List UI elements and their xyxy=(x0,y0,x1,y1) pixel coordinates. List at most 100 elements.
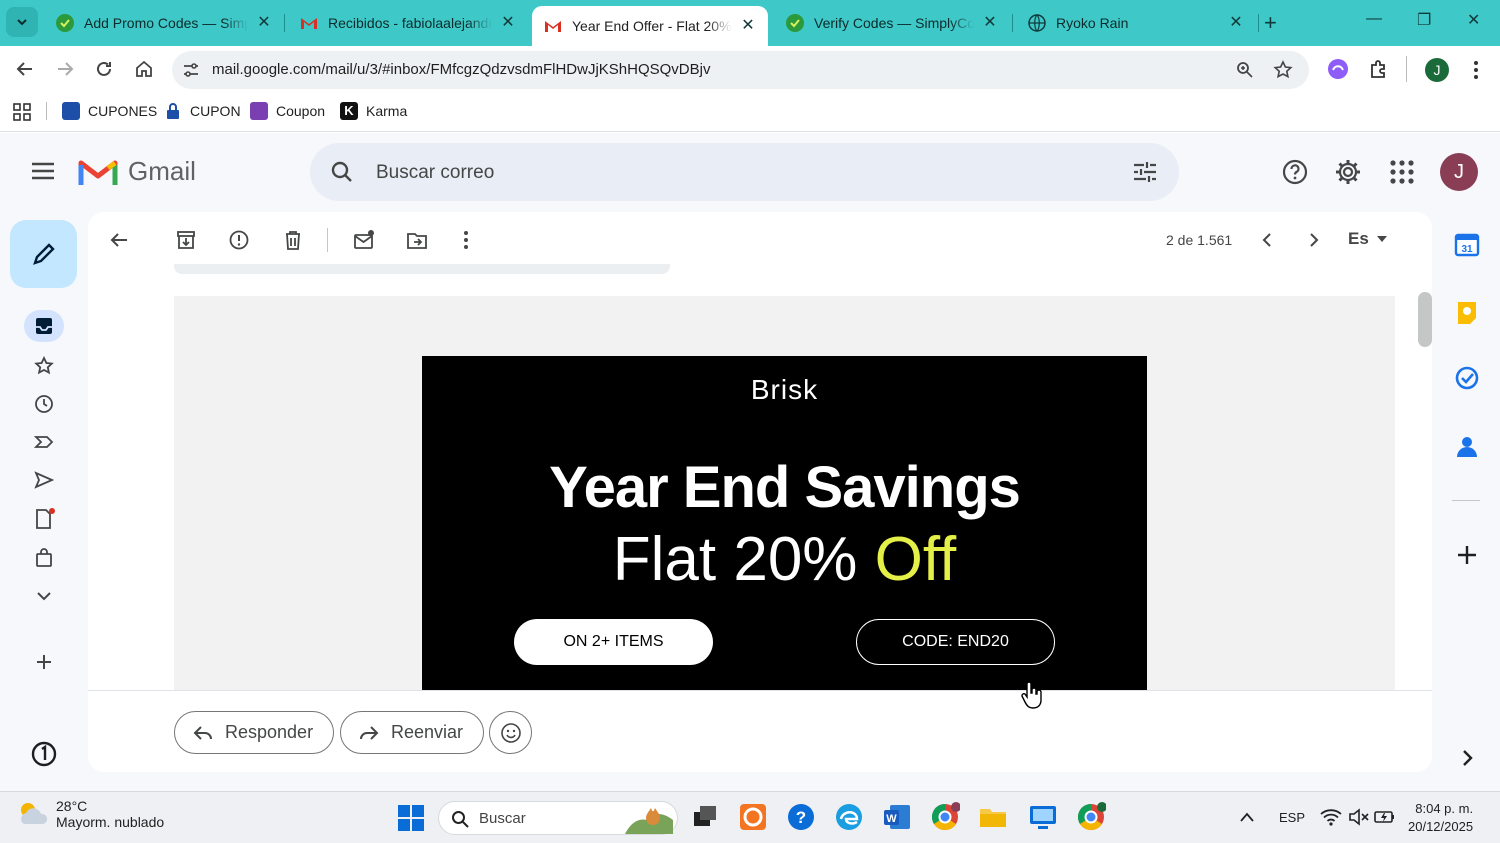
profile-avatar[interactable]: J xyxy=(1425,58,1449,82)
close-tab-icon[interactable]: ✕ xyxy=(740,18,756,34)
message-scrollbar[interactable] xyxy=(1418,292,1432,347)
help-app-icon[interactable]: ? xyxy=(786,802,816,832)
volume-muted-icon[interactable] xyxy=(1348,808,1370,826)
compose-button[interactable] xyxy=(10,220,77,288)
search-icon[interactable] xyxy=(330,160,354,184)
system-clock[interactable]: 8:04 p. m. 20/12/2025 xyxy=(1408,800,1473,836)
battery-charging-icon[interactable] xyxy=(1374,808,1396,826)
shortcut-badge-icon[interactable] xyxy=(30,740,58,768)
home-button[interactable] xyxy=(133,58,155,80)
expand-side-panel-icon[interactable] xyxy=(1454,745,1480,771)
url-text: mail.google.com/mail/u/3/#inbox/FMfcgzQd… xyxy=(212,61,711,78)
kebab-menu-icon[interactable] xyxy=(1468,59,1484,81)
delete-trash-icon[interactable] xyxy=(282,229,304,251)
nav-important[interactable] xyxy=(30,428,58,456)
restore-button[interactable]: ❐ xyxy=(1417,10,1431,30)
close-window-button[interactable]: ✕ xyxy=(1467,10,1480,30)
brand-logo: Brisk xyxy=(750,374,819,405)
weather-widget[interactable]: 28°C Mayorm. nublado xyxy=(16,798,164,830)
nav-inbox[interactable] xyxy=(24,310,64,342)
more-options-icon[interactable] xyxy=(455,229,477,251)
draft-file-icon xyxy=(36,508,55,529)
nav-drafts[interactable] xyxy=(30,505,58,533)
promo-code-pill[interactable]: CODE: END20 xyxy=(856,619,1055,665)
keep-notes-icon[interactable] xyxy=(1454,300,1480,326)
crunchyroll-app-icon[interactable] xyxy=(738,802,768,832)
remote-desktop-icon[interactable] xyxy=(1028,802,1058,832)
emoji-reaction-button[interactable] xyxy=(489,711,532,754)
chrome-profile-1-icon[interactable] xyxy=(930,802,960,832)
extensions-puzzle-icon[interactable] xyxy=(1368,58,1390,80)
close-tab-icon[interactable]: ✕ xyxy=(256,15,272,31)
tab-recibidos[interactable]: Recibidos - fabiolaalejandria ✕ xyxy=(288,6,528,40)
tasks-icon[interactable] xyxy=(1454,365,1480,391)
nav-purchases[interactable] xyxy=(30,544,58,572)
main-menu-icon[interactable] xyxy=(30,160,56,182)
tab-verify-codes[interactable]: Verify Codes — SimplyCode ✕ xyxy=(774,6,1010,40)
show-hidden-icons-icon[interactable] xyxy=(1240,812,1254,822)
toolbar-divider xyxy=(1406,56,1407,82)
task-view-icon[interactable] xyxy=(690,802,720,832)
nav-snoozed[interactable] xyxy=(30,390,58,418)
nav-more[interactable] xyxy=(30,582,58,610)
reply-button[interactable]: Responder xyxy=(174,711,335,754)
extension-swirl-icon[interactable] xyxy=(1327,58,1349,80)
bookmark-coupon[interactable]: Coupon xyxy=(250,101,325,121)
bookmark-cupones[interactable]: CUPONES xyxy=(62,101,157,121)
site-info-icon[interactable] xyxy=(182,61,200,79)
word-app-icon[interactable]: W xyxy=(882,802,912,832)
nav-starred[interactable] xyxy=(30,352,58,380)
edge-browser-icon[interactable] xyxy=(834,802,864,832)
reply-label: Responder xyxy=(225,722,314,742)
tab-ryoko-rain[interactable]: Ryoko Rain ✕ xyxy=(1016,6,1256,40)
mail-search-bar[interactable]: Buscar correo xyxy=(310,143,1179,201)
input-language-indicator[interactable]: ESP xyxy=(1279,810,1305,825)
bookmark-cupon[interactable]: CUPON xyxy=(164,101,241,121)
nav-sent[interactable] xyxy=(30,466,58,494)
chrome-profile-2-icon[interactable] xyxy=(1076,802,1106,832)
taskbar-search-box[interactable]: Buscar xyxy=(438,801,678,835)
help-icon[interactable] xyxy=(1281,158,1309,186)
wifi-icon[interactable] xyxy=(1320,808,1342,826)
back-button[interactable] xyxy=(14,58,36,80)
newer-message-icon[interactable] xyxy=(1256,229,1278,251)
calendar-icon[interactable]: 31 xyxy=(1454,231,1480,257)
settings-gear-icon[interactable] xyxy=(1334,158,1362,186)
gmail-logo[interactable]: Gmail xyxy=(78,156,196,187)
google-apps-icon[interactable] xyxy=(1388,158,1416,186)
back-to-inbox-icon[interactable] xyxy=(108,229,130,251)
report-spam-icon[interactable] xyxy=(228,229,250,251)
close-tab-icon[interactable]: ✕ xyxy=(982,15,998,31)
tab-add-promo-codes[interactable]: Add Promo Codes — Simply ✕ xyxy=(44,6,284,40)
nav-new-label[interactable] xyxy=(30,648,58,676)
mark-unread-icon[interactable] xyxy=(353,229,375,251)
taskbar-search-placeholder: Buscar xyxy=(479,810,526,827)
apps-grid-icon[interactable] xyxy=(12,102,32,122)
promo-banner[interactable]: Brisk Year End Savings Flat 20% Off ON 2… xyxy=(422,356,1147,691)
address-bar[interactable]: mail.google.com/mail/u/3/#inbox/FMfcgzQd… xyxy=(172,51,1309,89)
search-options-icon[interactable] xyxy=(1132,160,1158,184)
minimize-button[interactable]: — xyxy=(1366,10,1382,28)
close-tab-icon[interactable]: ✕ xyxy=(1228,15,1244,31)
file-explorer-icon[interactable] xyxy=(978,802,1008,832)
items-condition-pill[interactable]: ON 2+ ITEMS xyxy=(514,619,713,665)
tab-year-end-offer[interactable]: Year End Offer - Flat 20% on ✕ xyxy=(532,6,768,46)
older-message-icon[interactable] xyxy=(1303,229,1325,251)
move-to-folder-icon[interactable] xyxy=(406,229,428,251)
tab-search-button[interactable] xyxy=(6,7,38,37)
bookmark-star-icon[interactable] xyxy=(1273,60,1293,80)
close-tab-icon[interactable]: ✕ xyxy=(500,15,516,31)
contacts-icon[interactable] xyxy=(1454,434,1480,460)
archive-icon[interactable] xyxy=(175,229,197,251)
tab-title: Add Promo Codes — Simply xyxy=(84,15,248,31)
bookmark-karma[interactable]: K Karma xyxy=(340,101,407,121)
account-avatar[interactable]: J xyxy=(1440,153,1478,191)
forward-button[interactable]: Reenviar xyxy=(340,711,485,754)
new-tab-button[interactable]: + xyxy=(1264,10,1277,36)
windows-start-icon[interactable] xyxy=(397,804,425,832)
input-tools-selector[interactable]: Es xyxy=(1348,229,1387,249)
reload-button[interactable] xyxy=(93,58,115,80)
forward-button[interactable] xyxy=(54,58,76,80)
zoom-icon[interactable] xyxy=(1236,61,1254,79)
get-addons-plus-icon[interactable] xyxy=(1454,542,1480,568)
